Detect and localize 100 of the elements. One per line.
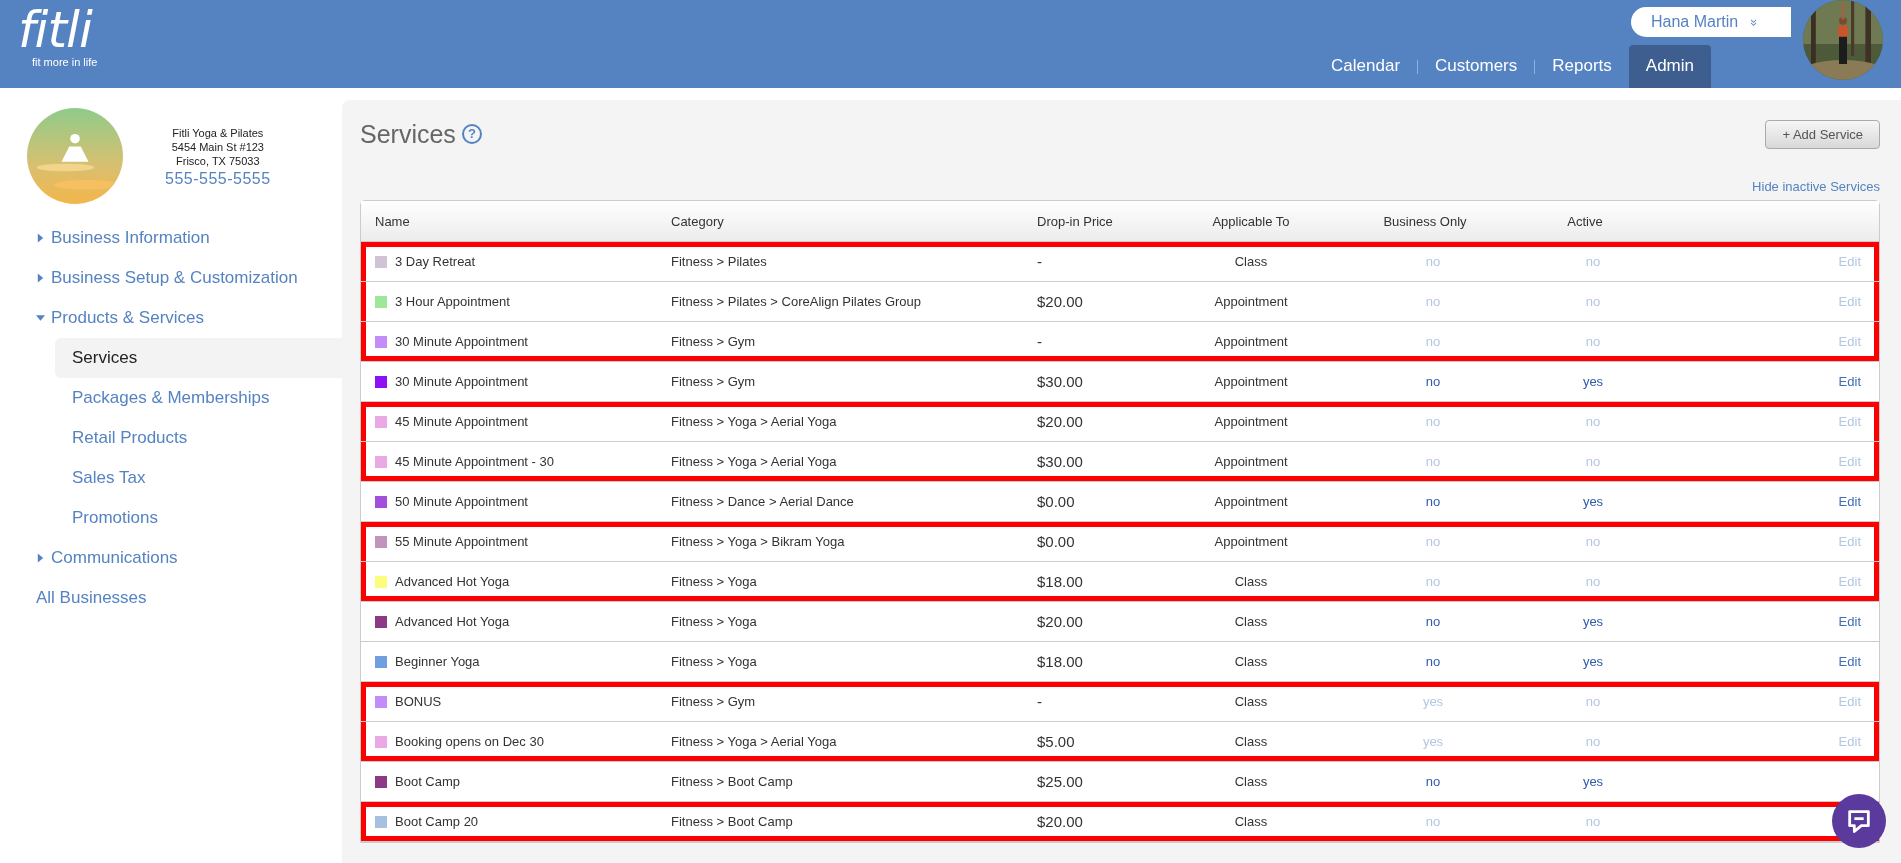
table-cell: Class bbox=[1234, 654, 1268, 669]
table-cell: no bbox=[1425, 654, 1441, 669]
table-cell: no bbox=[1425, 374, 1441, 389]
column-header: Applicable To bbox=[1211, 213, 1291, 229]
table-cell: Beginner Yoga bbox=[395, 654, 480, 669]
table-cell: Appointment bbox=[1214, 494, 1288, 509]
table-cell: Fitness > Yoga > Bikram Yoga bbox=[671, 534, 845, 549]
table-cell: Fitness > Yoga > Aerial Yoga bbox=[671, 414, 837, 429]
add-service-button[interactable]: + Add Service bbox=[1765, 119, 1880, 149]
column-header: Business Only bbox=[1382, 213, 1468, 229]
sidebar-item[interactable]: Communications bbox=[0, 538, 342, 578]
table-cell: Fitness > Boot Camp bbox=[671, 814, 793, 829]
table-cell: $5.00 bbox=[1037, 733, 1075, 750]
sidebar-subitem[interactable]: Sales Tax bbox=[55, 458, 342, 498]
table-cell: Class bbox=[1234, 734, 1268, 749]
table-cell: Booking opens on Dec 30 bbox=[395, 734, 544, 749]
business-name: Fitli Yoga & Pilates bbox=[172, 126, 264, 140]
business-address: 5454 Main St #123 bbox=[171, 140, 264, 154]
table-cell: no bbox=[1425, 294, 1441, 309]
sidebar-subitem[interactable]: Services bbox=[55, 338, 342, 378]
table-cell: 30 Minute Appointment bbox=[395, 374, 528, 389]
logo-wordmark[interactable]: fitli bbox=[18, 4, 98, 56]
table-cell: Fitness > Gym bbox=[671, 374, 756, 389]
user-menu-button[interactable]: Hana Martin » bbox=[1631, 7, 1791, 37]
sidebar-item[interactable]: Business Setup & Customization bbox=[0, 258, 342, 298]
table-cell: yes bbox=[1582, 494, 1604, 509]
table-cell: 55 Minute Appointment bbox=[395, 534, 528, 549]
nav-tab[interactable]: Calendar bbox=[1314, 45, 1418, 88]
table-cell: Class bbox=[1234, 774, 1268, 789]
sidebar-item[interactable]: All Businesses bbox=[0, 578, 342, 618]
page-title: Services bbox=[360, 119, 456, 149]
table-cell: no bbox=[1425, 494, 1441, 509]
table-cell: no bbox=[1425, 814, 1441, 829]
edit-link[interactable]: Edit bbox=[1838, 614, 1861, 629]
column-header: Category bbox=[670, 213, 725, 229]
table-cell: Fitness > Gym bbox=[671, 694, 756, 709]
table-cell: Appointment bbox=[1214, 374, 1288, 389]
table-cell: yes bbox=[1582, 374, 1604, 389]
edit-link[interactable]: Edit bbox=[1838, 494, 1861, 509]
table-cell: Class bbox=[1234, 694, 1268, 709]
column-header: Name bbox=[374, 213, 411, 229]
table-cell: no bbox=[1585, 574, 1601, 589]
table-cell: Boot Camp 20 bbox=[395, 814, 479, 829]
table-cell: $0.00 bbox=[1037, 493, 1075, 510]
table-cell: 3 Hour Appointment bbox=[395, 294, 510, 309]
table-cell: no bbox=[1585, 254, 1601, 269]
table-cell: no bbox=[1585, 294, 1601, 309]
sidebar-subitem[interactable]: Packages & Memberships bbox=[55, 378, 342, 418]
table-cell: no bbox=[1585, 334, 1601, 349]
table-cell: Class bbox=[1234, 574, 1268, 589]
table-cell: Fitness > Yoga bbox=[671, 614, 757, 629]
table-cell: $20.00 bbox=[1037, 293, 1083, 310]
table-cell: Advanced Hot Yoga bbox=[395, 574, 510, 589]
table-cell: 3 Day Retreat bbox=[395, 254, 476, 269]
table-cell: $18.00 bbox=[1037, 573, 1083, 590]
nav-tab[interactable]: Customers bbox=[1418, 45, 1535, 88]
table-cell: no bbox=[1585, 534, 1601, 549]
table-cell: Fitness > Yoga > Aerial Yoga bbox=[671, 734, 837, 749]
help-button[interactable]: ? bbox=[461, 124, 482, 144]
table-cell: Fitness > Yoga bbox=[671, 574, 757, 589]
table-cell: Advanced Hot Yoga bbox=[395, 614, 510, 629]
table-cell: 50 Minute Appointment bbox=[395, 494, 528, 509]
column-header: Active bbox=[1566, 213, 1604, 229]
table-cell: Fitness > Dance > Aerial Dance bbox=[671, 494, 854, 509]
table-cell: yes bbox=[1582, 774, 1604, 789]
edit-link[interactable]: Edit bbox=[1838, 374, 1861, 389]
table-cell: $25.00 bbox=[1037, 773, 1083, 790]
table-cell: Class bbox=[1234, 814, 1268, 829]
table-cell: $30.00 bbox=[1037, 373, 1083, 390]
table-cell: $18.00 bbox=[1037, 653, 1083, 670]
table-cell: no bbox=[1425, 614, 1441, 629]
sidebar-subitem[interactable]: Retail Products bbox=[55, 418, 342, 458]
logo-tagline: fit more in life bbox=[32, 56, 98, 68]
nav-tab[interactable]: Admin bbox=[1628, 45, 1711, 88]
nav-tab[interactable]: Reports bbox=[1535, 45, 1629, 88]
caret-right-icon bbox=[36, 233, 45, 243]
table-cell: yes bbox=[1582, 614, 1604, 629]
table-cell: $30.00 bbox=[1037, 453, 1083, 470]
table-cell: no bbox=[1425, 454, 1441, 469]
table-cell: Fitness > Boot Camp bbox=[671, 774, 793, 789]
table-cell: no bbox=[1425, 574, 1441, 589]
edit-link[interactable]: Edit bbox=[1838, 654, 1861, 669]
table-cell: Fitness > Pilates > CoreAlign Pilates Group bbox=[671, 294, 921, 309]
table-cell: BONUS bbox=[395, 694, 442, 709]
table-cell: Appointment bbox=[1214, 294, 1288, 309]
column-header: Drop-in Price bbox=[1036, 213, 1114, 229]
table-cell: $20.00 bbox=[1037, 813, 1083, 830]
sidebar-item[interactable]: Products & Services bbox=[0, 298, 342, 338]
table-cell: 45 Minute Appointment - 30 bbox=[395, 454, 554, 469]
table-cell: Appointment bbox=[1214, 414, 1288, 429]
table-cell: $20.00 bbox=[1037, 413, 1083, 430]
business-city: Frisco, TX 75033 bbox=[176, 154, 260, 168]
sidebar-subitem[interactable]: Promotions bbox=[55, 498, 342, 538]
table-cell: no bbox=[1425, 534, 1441, 549]
table-cell: yes bbox=[1582, 654, 1604, 669]
table-cell: no bbox=[1425, 254, 1441, 269]
sidebar-item[interactable]: Business Information bbox=[0, 218, 342, 258]
table-cell: yes bbox=[1422, 694, 1444, 709]
table-cell: yes bbox=[1422, 734, 1444, 749]
table-cell: $20.00 bbox=[1037, 613, 1083, 630]
